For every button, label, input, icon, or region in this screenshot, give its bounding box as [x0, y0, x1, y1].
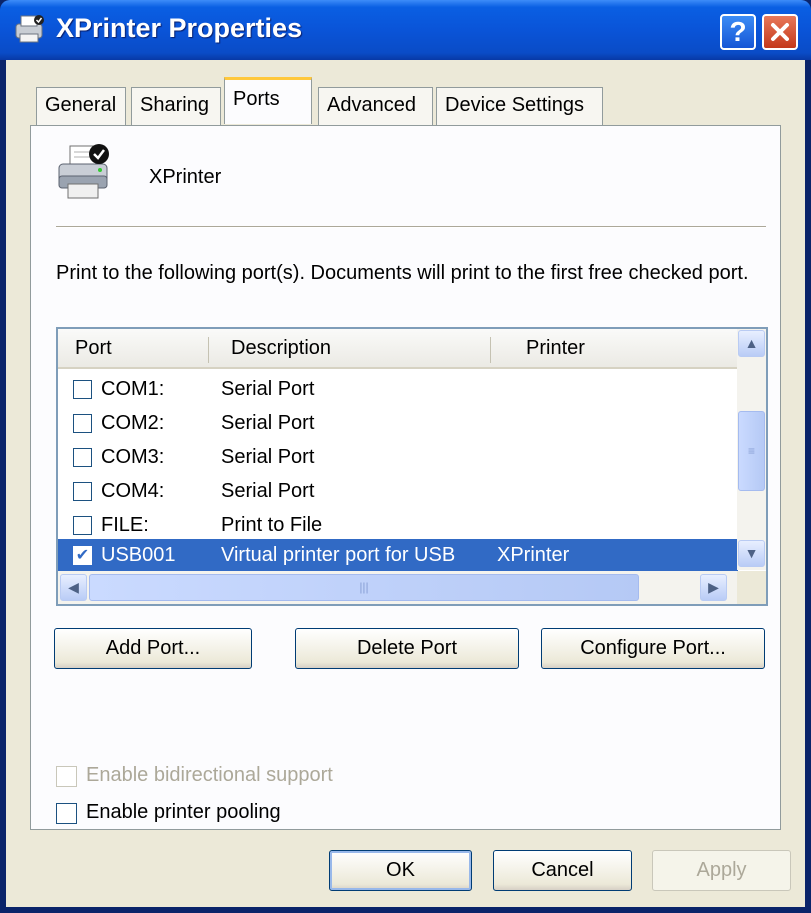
port-checkbox[interactable]: [73, 482, 92, 501]
tab-sharing[interactable]: Sharing: [131, 87, 221, 125]
printer-pooling-label: Enable printer pooling: [86, 801, 281, 823]
tab-ports[interactable]: Ports: [224, 77, 312, 124]
bidirectional-support-checkbox[interactable]: [56, 766, 77, 787]
port-row[interactable]: FILE: Print to File: [58, 509, 738, 543]
port-name: COM1:: [101, 378, 165, 400]
port-name: USB001: [101, 544, 176, 566]
ok-button[interactable]: OK: [329, 850, 472, 891]
printer-icon: [15, 15, 44, 43]
ports-list-header: Port Description Printer: [58, 329, 738, 369]
ports-tab-panel: XPrinter Print to the following port(s).…: [30, 125, 781, 830]
close-icon: [771, 23, 789, 41]
port-description: Virtual printer port for USB: [221, 544, 456, 566]
port-checkbox[interactable]: [73, 516, 92, 535]
tab-device-settings[interactable]: Device Settings: [436, 87, 603, 125]
add-port-button[interactable]: Add Port...: [54, 628, 252, 669]
close-button[interactable]: [762, 14, 798, 50]
vertical-scroll-thumb[interactable]: ≡: [738, 411, 765, 491]
divider: [56, 226, 766, 228]
help-button[interactable]: ?: [720, 14, 756, 50]
port-description: Serial Port: [221, 412, 315, 434]
port-description: Serial Port: [221, 446, 315, 468]
scrollbar-corner: [737, 571, 766, 604]
scroll-down-button[interactable]: ▼: [738, 540, 765, 567]
vertical-scrollbar[interactable]: ▲ ≡ ▼: [737, 329, 766, 570]
port-name: FILE:: [101, 514, 149, 536]
scroll-right-button[interactable]: ▶: [700, 574, 727, 601]
horizontal-scroll-thumb[interactable]: |||: [89, 574, 639, 601]
tab-general[interactable]: General: [36, 87, 126, 125]
port-checkbox-checked[interactable]: ✔: [73, 546, 92, 565]
scroll-up-button[interactable]: ▲: [738, 330, 765, 357]
column-header-port[interactable]: Port: [75, 337, 112, 360]
column-separator[interactable]: [208, 337, 209, 363]
apply-button[interactable]: Apply: [652, 850, 791, 891]
port-checkbox[interactable]: [73, 380, 92, 399]
port-row[interactable]: COM2: Serial Port: [58, 407, 738, 441]
properties-window: XPrinter Properties ? General Sharing Po…: [0, 0, 811, 913]
port-row[interactable]: COM4: Serial Port: [58, 475, 738, 509]
column-header-printer[interactable]: Printer: [526, 337, 585, 360]
port-description: Print to File: [221, 514, 323, 536]
delete-port-button[interactable]: Delete Port: [295, 628, 519, 669]
port-description: Serial Port: [221, 378, 315, 400]
port-description: Serial Port: [221, 480, 315, 502]
scroll-left-button[interactable]: ◀: [60, 574, 87, 601]
port-name: COM2:: [101, 412, 165, 434]
port-name: COM4:: [101, 480, 165, 502]
ports-list[interactable]: Port Description Printer COM1: Serial Po…: [56, 327, 768, 606]
printer-pooling-checkbox[interactable]: [56, 803, 77, 824]
port-checkbox[interactable]: [73, 448, 92, 467]
port-name: COM3:: [101, 446, 165, 468]
title-bar[interactable]: XPrinter Properties ?: [0, 0, 811, 60]
port-checkbox[interactable]: [73, 414, 92, 433]
port-row[interactable]: COM1: Serial Port: [58, 373, 738, 407]
column-separator[interactable]: [490, 337, 491, 363]
bidirectional-support-label: Enable bidirectional support: [86, 764, 333, 786]
column-header-description[interactable]: Description: [231, 337, 331, 360]
port-row-selected[interactable]: ✔ USB001 Virtual printer port for USB XP…: [58, 539, 738, 573]
horizontal-scrollbar[interactable]: ◀ ||| ▶: [58, 571, 738, 604]
window-title: XPrinter Properties: [56, 13, 303, 43]
port-row[interactable]: COM3: Serial Port: [58, 441, 738, 475]
printer-name: XPrinter: [149, 166, 222, 188]
tab-advanced[interactable]: Advanced: [318, 87, 433, 125]
configure-port-button[interactable]: Configure Port...: [541, 628, 765, 669]
dialog-client-area: General Sharing Ports Advanced Device Se…: [6, 60, 805, 907]
cancel-button[interactable]: Cancel: [493, 850, 632, 891]
port-printer: XPrinter: [497, 544, 570, 566]
printer-large-icon: [58, 144, 109, 199]
ports-instructions: Print to the following port(s). Document…: [56, 262, 749, 284]
